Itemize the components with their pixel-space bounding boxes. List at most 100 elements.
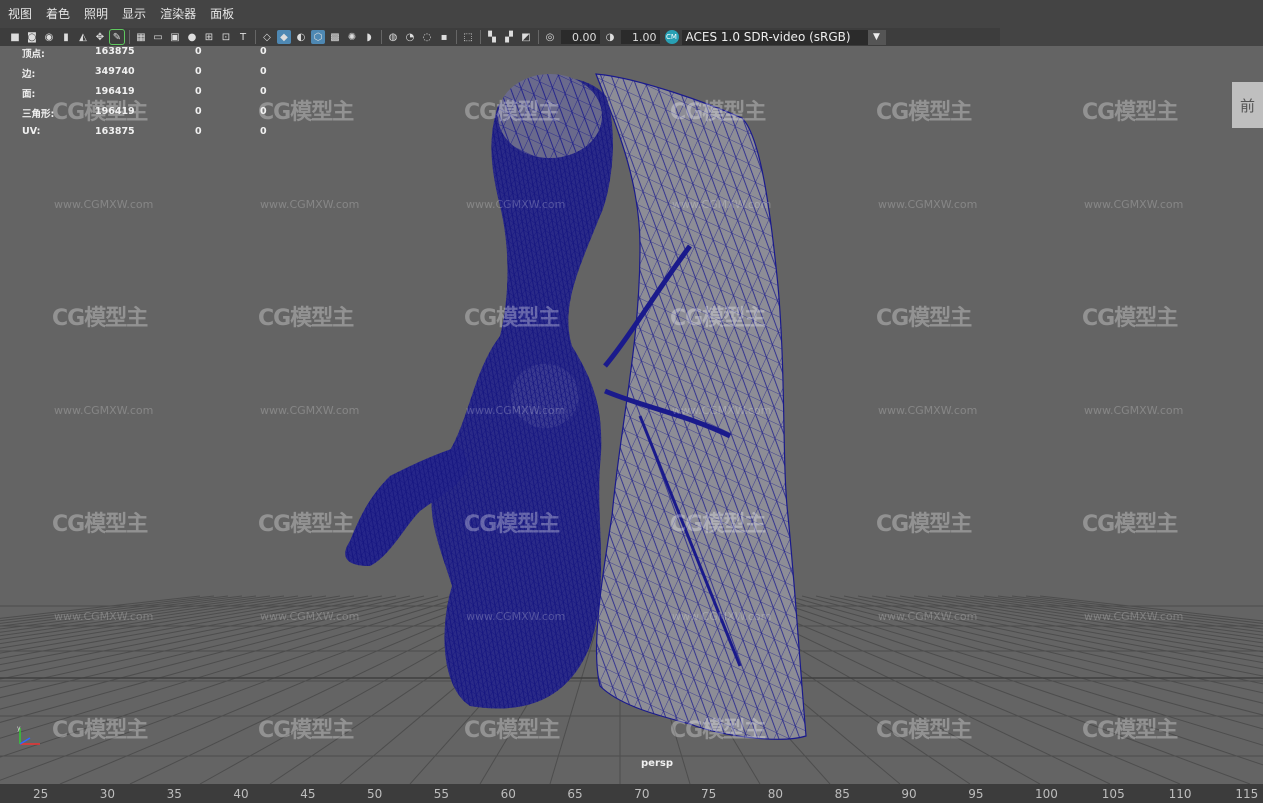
hud-value: 163875 — [95, 126, 135, 137]
axis-indicator-icon: y — [17, 725, 40, 745]
watermark-logo: CG模型主 — [258, 100, 354, 125]
exposure-field[interactable]: 0.00 — [560, 30, 600, 44]
watermark-logo: CG模型主 — [670, 100, 766, 125]
watermark-url: www.CGMXW.com — [672, 198, 772, 211]
menu-view[interactable]: 视图 — [2, 0, 38, 28]
mesh-dome-wire — [511, 364, 579, 428]
shadows-icon[interactable]: ◗ — [362, 30, 376, 44]
panel-toolbar: ■ ◙ ◉ ▮ ◭ ✥ ✎ ▦ ▭ ▣ ● ⊞ ⊡ T ◇ ◆ ◐ ⬡ ▩ ✺ … — [0, 28, 1000, 46]
time-tick-label: 40 — [233, 787, 249, 801]
grid-icon[interactable]: ▦ — [134, 30, 148, 44]
isolate-select-icon[interactable]: ⬚ — [461, 30, 475, 44]
hud-value: 0 — [260, 126, 267, 137]
menu-lighting[interactable]: 照明 — [78, 0, 114, 28]
exposure-icon[interactable]: ◎ — [543, 30, 557, 44]
time-tick-label: 75 — [701, 787, 717, 801]
perspective-viewport[interactable]: 顶点: 163875 0 0 边: 349740 0 0 面: 196419 0… — [0, 46, 1263, 784]
watermark-logo: CG模型主 — [876, 512, 972, 537]
menu-show[interactable]: 显示 — [116, 0, 152, 28]
resolution-gate-icon[interactable]: ▣ — [168, 30, 182, 44]
watermark-logo: CG模型主 — [1082, 306, 1178, 331]
hud-value: 349740 — [95, 66, 135, 77]
watermark-logo: CG模型主 — [464, 718, 560, 743]
field-chart-icon[interactable]: ⊞ — [202, 30, 216, 44]
hud-value: 163875 — [95, 46, 135, 57]
camera-attributes-icon[interactable]: ◙ — [25, 30, 39, 44]
time-tick-label: 25 — [33, 787, 49, 801]
view-cube-face-label: 前 — [1239, 96, 1255, 115]
watermark-url: www.CGMXW.com — [878, 198, 978, 211]
watermark-logo: CG模型主 — [1082, 718, 1178, 743]
watermark-url: www.CGMXW.com — [1084, 198, 1184, 211]
xray-icon[interactable]: ▚ — [485, 30, 499, 44]
watermark-logo: CG模型主 — [464, 512, 560, 537]
toolbar-separator — [479, 30, 481, 44]
viewport-scene — [0, 73, 1263, 784]
watermark-url: www.CGMXW.com — [54, 198, 154, 211]
menu-shading[interactable]: 着色 — [40, 0, 76, 28]
safe-title-icon[interactable]: T — [236, 30, 250, 44]
chevron-down-icon[interactable]: ▼ — [867, 29, 886, 45]
time-tick-label: 105 — [1101, 787, 1125, 801]
watermark-url: www.CGMXW.com — [672, 404, 772, 417]
time-tick-label: 85 — [834, 787, 850, 801]
time-tick-label: 110 — [1168, 787, 1192, 801]
safe-action-icon[interactable]: ⊡ — [219, 30, 233, 44]
xray-joints-icon[interactable]: ▞ — [502, 30, 516, 44]
hud-value: 0 — [195, 126, 202, 137]
hud-label: UV: — [22, 126, 41, 137]
anti-aliasing-icon[interactable]: ◌ — [420, 30, 434, 44]
wireframe-icon[interactable]: ◇ — [260, 30, 274, 44]
wireframe-on-shaded-icon[interactable]: ⬡ — [311, 30, 325, 44]
watermark-url: www.CGMXW.com — [466, 198, 566, 211]
watermark-logo: CG模型主 — [52, 512, 148, 537]
gate-mask-icon[interactable]: ● — [185, 30, 199, 44]
color-management-icon[interactable]: CM — [664, 30, 679, 44]
depth-of-field-icon[interactable]: ▪ — [437, 30, 451, 44]
gamma-icon[interactable]: ◑ — [603, 30, 617, 44]
hud-value: 0 — [260, 66, 267, 77]
time-tick-label: 80 — [767, 787, 784, 801]
default-material-icon[interactable]: ◐ — [294, 30, 308, 44]
bookmark-icon[interactable]: ▮ — [59, 30, 73, 44]
grease-pencil-icon[interactable]: ✎ — [109, 29, 125, 45]
gamma-field[interactable]: 1.00 — [620, 30, 660, 44]
xray-components-icon[interactable]: ◩ — [519, 30, 533, 44]
use-all-lights-icon[interactable]: ✺ — [345, 30, 359, 44]
time-tick-label: 55 — [433, 787, 450, 801]
bookmark-camera-icon[interactable]: ◉ — [42, 30, 56, 44]
smooth-shade-icon[interactable]: ◆ — [277, 30, 291, 44]
time-tick-label: 65 — [567, 787, 583, 801]
image-plane-icon[interactable]: ◭ — [76, 30, 90, 44]
screen-space-ao-icon[interactable]: ◍ — [386, 30, 400, 44]
menu-renderer[interactable]: 渲染器 — [154, 0, 202, 28]
hud-label: 三角形: — [22, 109, 55, 120]
textured-icon[interactable]: ▩ — [328, 30, 342, 44]
view-cube[interactable]: 前 — [1232, 82, 1263, 128]
hud-value: 0 — [195, 46, 202, 57]
time-slider[interactable]: 25 30 35 40 45 50 55 60 65 70 75 80 85 90 95 100 105 110 1… — [0, 784, 1263, 803]
hud-label: 面: — [22, 89, 36, 100]
watermark-url: www.CGMXW.com — [878, 610, 978, 623]
watermark-url: www.CGMXW.com — [260, 610, 360, 623]
svg-text:y: y — [17, 725, 21, 732]
menu-panels[interactable]: 面板 — [204, 0, 240, 28]
2d-pan-zoom-icon[interactable]: ✥ — [93, 30, 107, 44]
watermark-url: www.CGMXW.com — [466, 404, 566, 417]
watermark-url: www.CGMXW.com — [878, 404, 978, 417]
view-transform-dropdown[interactable]: ACES 1.0 SDR-video (sRGB) ▼ — [681, 29, 886, 45]
watermark-logo: CG模型主 — [258, 306, 354, 331]
hud-label: 顶点: — [22, 49, 45, 60]
maya-viewport-window: 视图 着色 照明 显示 渲染器 面板 ■ ◙ ◉ ▮ ◭ ✥ ✎ ▦ ▭ ▣ ●… — [0, 0, 1263, 803]
panel-menu-bar: 视图 着色 照明 显示 渲染器 面板 — [0, 0, 1263, 28]
time-tick-label: 30 — [99, 787, 116, 801]
motion-blur-icon[interactable]: ◔ — [403, 30, 417, 44]
time-tick-label: 35 — [166, 787, 182, 801]
toolbar-separator — [537, 30, 539, 44]
time-tick-label: 60 — [500, 787, 516, 801]
select-camera-icon[interactable]: ■ — [8, 30, 22, 44]
watermark-url: www.CGMXW.com — [54, 404, 154, 417]
film-gate-icon[interactable]: ▭ — [151, 30, 165, 44]
watermark-logo: CG模型主 — [670, 306, 766, 331]
watermark-url: www.CGMXW.com — [1084, 404, 1184, 417]
